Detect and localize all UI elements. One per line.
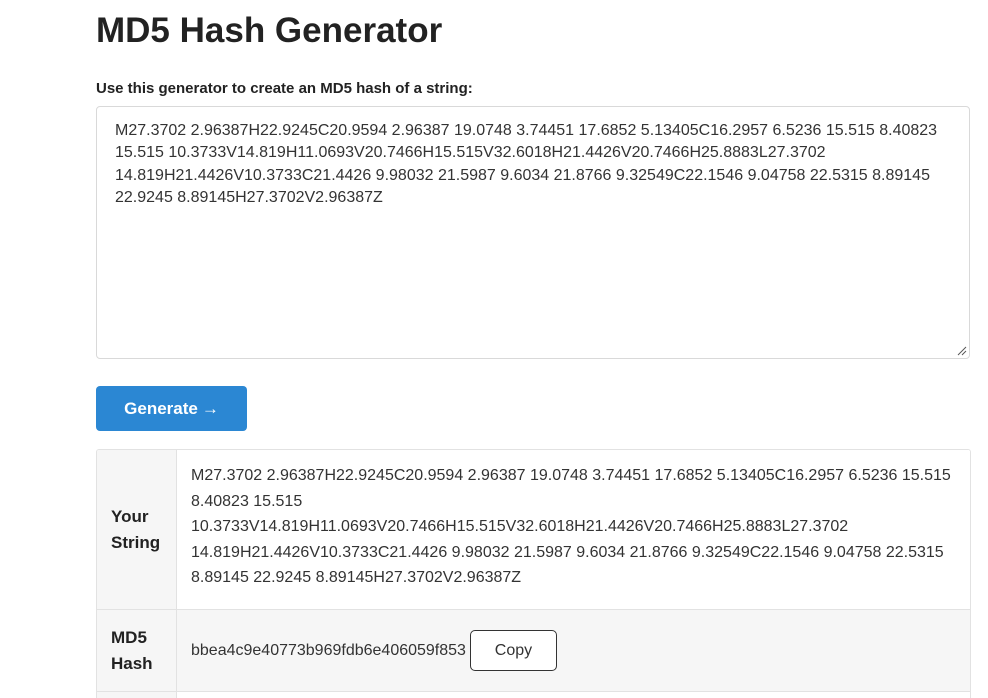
extra-row-value xyxy=(177,692,970,698)
string-input[interactable]: M27.3702 2.96387H22.9245C20.9594 2.96387… xyxy=(96,106,970,359)
input-label: Use this generator to create an MD5 hash… xyxy=(96,80,473,97)
generate-button[interactable]: Generate → xyxy=(96,386,247,431)
resize-handle-icon[interactable] xyxy=(955,344,967,356)
page: MD5 Hash Generator Use this generator to… xyxy=(0,0,988,698)
result-row-hash: MD5 Hash bbea4c9e40773b969fdb6e406059f85… xyxy=(97,610,970,692)
extra-row-label xyxy=(97,692,177,698)
your-string-label-line2: String xyxy=(111,532,161,552)
md5-hash-label-line2: Hash xyxy=(111,653,153,673)
arrow-right-icon: → xyxy=(201,398,219,418)
md5-hash-value[interactable]: bbea4c9e40773b969fdb6e406059f853 xyxy=(191,638,466,664)
md5-hash-label-line1: MD5 xyxy=(111,627,147,647)
result-row-extra xyxy=(97,692,970,698)
your-string-label: Your String xyxy=(97,450,177,609)
page-title: MD5 Hash Generator xyxy=(96,11,443,50)
results-table: Your String M27.3702 2.96387H22.9245C20.… xyxy=(96,449,971,698)
md5-hash-label: MD5 Hash xyxy=(97,610,177,691)
result-row-string: Your String M27.3702 2.96387H22.9245C20.… xyxy=(97,450,970,610)
copy-button[interactable]: Copy xyxy=(469,630,557,671)
your-string-label-line1: Your xyxy=(111,506,149,526)
generate-button-label: Generate xyxy=(124,398,198,418)
md5-hash-cell: bbea4c9e40773b969fdb6e406059f853 Copy xyxy=(177,610,970,691)
your-string-value: M27.3702 2.96387H22.9245C20.9594 2.96387… xyxy=(177,450,970,609)
string-input-value: M27.3702 2.96387H22.9245C20.9594 2.96387… xyxy=(115,122,938,207)
